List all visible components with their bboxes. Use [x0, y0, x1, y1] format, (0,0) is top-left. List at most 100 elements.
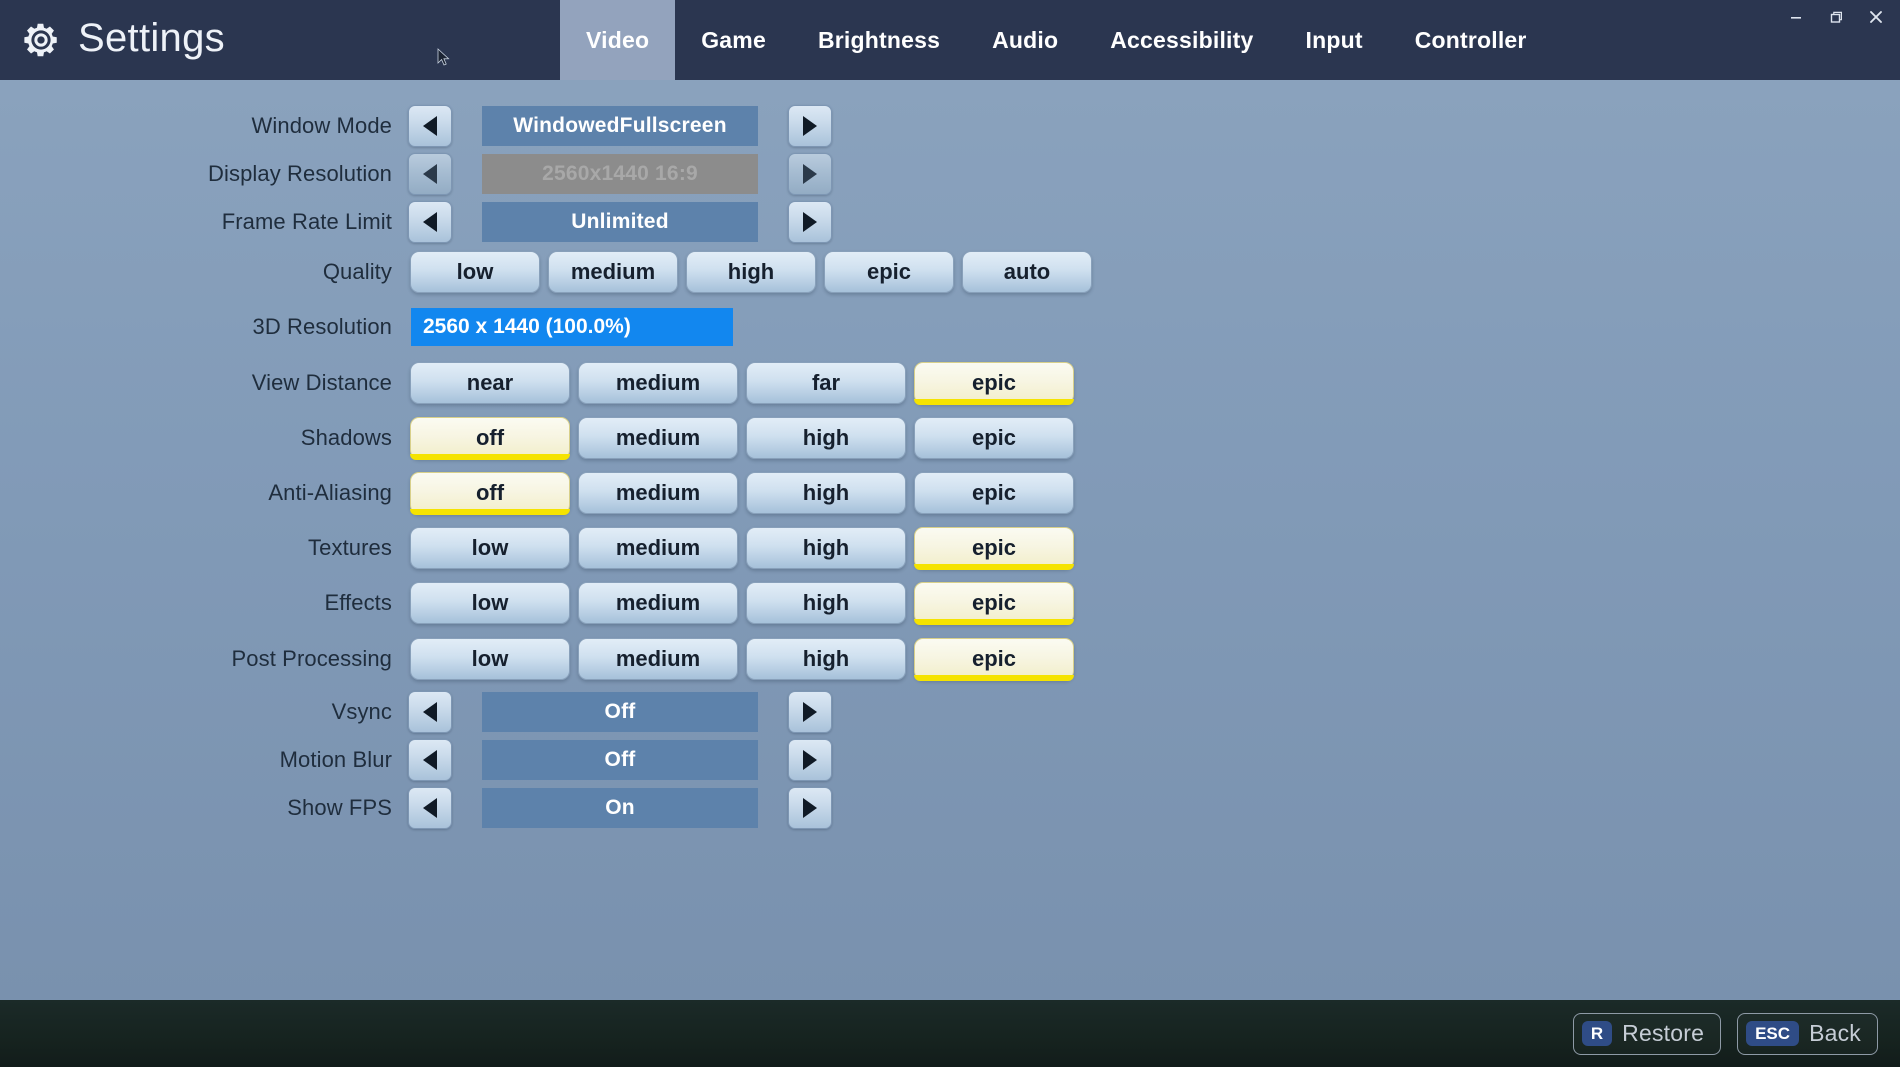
anti-aliasing-option-off[interactable]: off	[410, 472, 570, 515]
window-controls	[1778, 0, 1894, 34]
textures-option-low[interactable]: low	[410, 527, 570, 569]
shadows-option-high[interactable]: high	[746, 417, 906, 459]
post-processing-option-low[interactable]: low	[410, 638, 570, 680]
tab-input[interactable]: Input	[1279, 0, 1388, 80]
post-processing-option-medium[interactable]: medium	[578, 638, 738, 680]
display-resolution-value: 2560x1440 16:9	[482, 153, 758, 194]
row-quality: Quality low medium high epic auto	[0, 246, 1260, 298]
row-display-resolution: Display Resolution 2560x1440 16:9	[0, 150, 1260, 197]
shadows-option-medium[interactable]: medium	[578, 417, 738, 459]
row-show-fps: Show FPS On	[0, 784, 1260, 831]
page-title: Settings	[78, 16, 225, 60]
tab-game[interactable]: Game	[675, 0, 792, 80]
label-shadows: Shadows	[300, 425, 392, 450]
tab-brightness[interactable]: Brightness	[792, 0, 966, 80]
textures-option-epic[interactable]: epic	[914, 527, 1074, 570]
minimize-icon[interactable]	[1778, 2, 1814, 32]
shadows-option-off[interactable]: off	[410, 417, 570, 460]
row-effects: Effects low medium high epic	[0, 576, 1260, 630]
spinner-display-resolution: 2560x1440 16:9	[408, 152, 832, 195]
optiongroup-post-processing: low medium high epic	[410, 638, 1074, 681]
app-brand: Settings	[0, 0, 560, 80]
row-shadows: Shadows off medium high epic	[0, 411, 1260, 465]
textures-option-medium[interactable]: medium	[578, 527, 738, 569]
display-resolution-prev-arrow-icon[interactable]	[408, 152, 452, 195]
spinner-window-mode: WindowedFullscreen	[408, 104, 832, 147]
post-processing-option-high[interactable]: high	[746, 638, 906, 680]
view-distance-option-near[interactable]: near	[410, 362, 570, 404]
settings-rows: Window Mode WindowedFullscreen Display R…	[0, 102, 1260, 832]
restore-icon[interactable]	[1818, 2, 1854, 32]
row-textures: Textures low medium high epic	[0, 521, 1260, 575]
optiongroup-shadows: off medium high epic	[410, 417, 1074, 460]
label-window-mode: Window Mode	[251, 112, 392, 138]
label-effects: Effects	[324, 590, 392, 615]
spinner-frame-rate-limit: Unlimited	[408, 200, 832, 243]
restore-button[interactable]: R Restore	[1572, 1012, 1722, 1055]
tab-controller[interactable]: Controller	[1389, 0, 1553, 80]
vsync-next-arrow-icon[interactable]	[788, 690, 832, 733]
label-frame-rate-limit: Frame Rate Limit	[221, 208, 392, 234]
spinner-vsync: Off	[408, 690, 832, 733]
show-fps-prev-arrow-icon[interactable]	[408, 786, 452, 829]
restore-button-label: Restore	[1622, 1020, 1705, 1046]
row-view-distance: View Distance near medium far epic	[0, 356, 1260, 410]
view-distance-option-far[interactable]: far	[746, 362, 906, 404]
label-3d-resolution: 3D Resolution	[252, 314, 392, 339]
effects-option-medium[interactable]: medium	[578, 582, 738, 624]
row-anti-aliasing: Anti-Aliasing off medium high epic	[0, 466, 1260, 520]
label-view-distance: View Distance	[251, 370, 392, 395]
frame-rate-limit-value[interactable]: Unlimited	[482, 201, 758, 242]
row-window-mode: Window Mode WindowedFullscreen	[0, 102, 1260, 149]
tab-accessibility[interactable]: Accessibility	[1084, 0, 1279, 80]
vsync-value[interactable]: Off	[482, 691, 758, 732]
settings-window: Settings Video Game Brightness Audio Acc…	[0, 0, 1900, 1067]
post-processing-option-epic[interactable]: epic	[914, 638, 1074, 681]
frame-rate-limit-prev-arrow-icon[interactable]	[408, 200, 452, 243]
quality-option-auto[interactable]: auto	[962, 251, 1092, 293]
tab-video[interactable]: Video	[560, 0, 676, 80]
window-mode-next-arrow-icon[interactable]	[788, 104, 832, 147]
quality-option-low[interactable]: low	[410, 251, 540, 293]
anti-aliasing-option-medium[interactable]: medium	[578, 472, 738, 514]
slider-3d-resolution-container: 2560 x 1440 (100.0%)	[408, 308, 733, 346]
motion-blur-prev-arrow-icon[interactable]	[408, 738, 452, 781]
anti-aliasing-option-high[interactable]: high	[746, 472, 906, 514]
shadows-option-epic[interactable]: epic	[914, 417, 1074, 459]
show-fps-value[interactable]: On	[482, 787, 758, 828]
effects-option-high[interactable]: high	[746, 582, 906, 624]
window-mode-value[interactable]: WindowedFullscreen	[482, 105, 758, 146]
tab-bar: Video Game Brightness Audio Accessibilit…	[560, 0, 1900, 80]
window-mode-prev-arrow-icon[interactable]	[408, 104, 452, 147]
close-icon[interactable]	[1858, 2, 1894, 32]
motion-blur-next-arrow-icon[interactable]	[788, 738, 832, 781]
quality-option-medium[interactable]: medium	[548, 251, 678, 293]
back-button-label: Back	[1809, 1020, 1861, 1046]
quality-option-epic[interactable]: epic	[824, 251, 954, 293]
optiongroup-view-distance: near medium far epic	[410, 362, 1074, 405]
show-fps-next-arrow-icon[interactable]	[788, 786, 832, 829]
label-quality: Quality	[322, 259, 392, 284]
frame-rate-limit-next-arrow-icon[interactable]	[788, 200, 832, 243]
spinner-show-fps: On	[408, 786, 832, 829]
anti-aliasing-option-epic[interactable]: epic	[914, 472, 1074, 514]
3d-resolution-slider[interactable]: 2560 x 1440 (100.0%)	[411, 308, 733, 346]
effects-option-epic[interactable]: epic	[914, 582, 1074, 625]
quality-option-high[interactable]: high	[686, 251, 816, 293]
footer-bar: R Restore ESC Back	[0, 1000, 1900, 1067]
display-resolution-next-arrow-icon[interactable]	[788, 152, 832, 195]
optiongroup-anti-aliasing: off medium high epic	[410, 472, 1074, 515]
textures-option-high[interactable]: high	[746, 527, 906, 569]
row-motion-blur: Motion Blur Off	[0, 736, 1260, 783]
vsync-prev-arrow-icon[interactable]	[408, 690, 452, 733]
label-show-fps: Show FPS	[287, 794, 392, 820]
optiongroup-textures: low medium high epic	[410, 527, 1074, 570]
back-button[interactable]: ESC Back	[1737, 1012, 1878, 1055]
effects-option-low[interactable]: low	[410, 582, 570, 624]
view-distance-option-medium[interactable]: medium	[578, 362, 738, 404]
restore-keycap: R	[1581, 1021, 1613, 1046]
motion-blur-value[interactable]: Off	[482, 739, 758, 780]
spinner-motion-blur: Off	[408, 738, 832, 781]
tab-audio[interactable]: Audio	[966, 0, 1084, 80]
view-distance-option-epic[interactable]: epic	[914, 362, 1074, 405]
